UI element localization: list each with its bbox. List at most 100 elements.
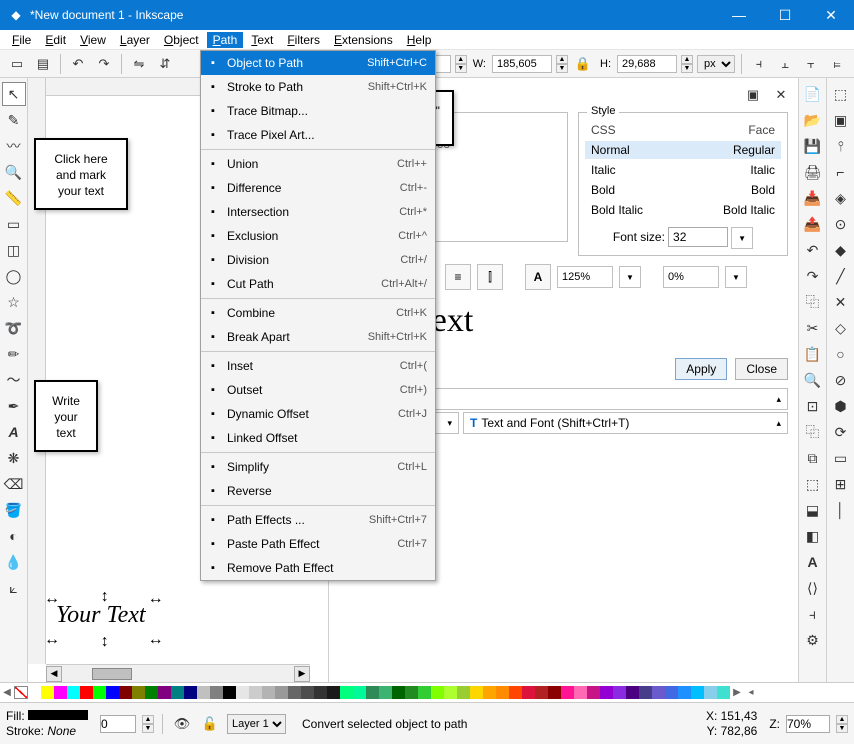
snap-intersect-icon[interactable]: ✕ bbox=[829, 290, 853, 314]
color-swatch[interactable] bbox=[574, 686, 587, 699]
color-swatch[interactable] bbox=[405, 686, 418, 699]
spray-tool[interactable]: ❋ bbox=[2, 446, 26, 470]
color-swatch[interactable] bbox=[93, 686, 106, 699]
line-spacing-dropdown[interactable]: ▼ bbox=[619, 266, 641, 288]
zoom-fit-icon[interactable]: 🔍 bbox=[801, 368, 825, 392]
layer-select[interactable]: Layer 1 bbox=[227, 714, 286, 734]
new-icon[interactable]: ▭ bbox=[6, 53, 28, 75]
snap-cusp-icon[interactable]: ◇ bbox=[829, 316, 853, 340]
layout-vertical-icon[interactable]: ⫿ bbox=[477, 264, 503, 290]
apply-button[interactable]: Apply bbox=[675, 358, 727, 380]
color-swatch[interactable] bbox=[184, 686, 197, 699]
scroll-right-icon[interactable]: ▶ bbox=[294, 666, 310, 682]
lock-icon[interactable]: 🔒 bbox=[572, 53, 594, 75]
text-tool[interactable]: A bbox=[2, 420, 26, 444]
flip-h-icon[interactable]: ⇋ bbox=[128, 53, 150, 75]
selector-tool[interactable]: ↖ bbox=[2, 82, 26, 106]
menu-file[interactable]: File bbox=[6, 32, 37, 48]
color-swatch[interactable] bbox=[158, 686, 171, 699]
snap-rotation-icon[interactable]: ⟳ bbox=[829, 420, 853, 444]
scrollbar-horizontal[interactable]: ◀ ▶ bbox=[46, 664, 310, 682]
align-left-icon[interactable]: ⫞ bbox=[748, 53, 770, 75]
color-swatch[interactable] bbox=[119, 686, 132, 699]
color-swatch[interactable] bbox=[275, 686, 288, 699]
menu-item-break-apart[interactable]: ▪Break ApartShift+Ctrl+K bbox=[201, 325, 435, 349]
color-swatch[interactable] bbox=[665, 686, 678, 699]
snap-node-icon[interactable]: ◆ bbox=[829, 238, 853, 262]
scale-handle-se[interactable]: ↔ bbox=[148, 631, 158, 641]
unit-select[interactable]: px bbox=[697, 55, 735, 73]
new-doc-icon[interactable]: 📄 bbox=[801, 82, 825, 106]
color-swatch[interactable] bbox=[431, 686, 444, 699]
scale-handle-ne[interactable]: ↔ bbox=[148, 590, 158, 600]
style-row[interactable]: NormalRegular bbox=[585, 141, 781, 159]
close-button[interactable]: ✕ bbox=[808, 0, 854, 30]
flip-v-icon[interactable]: ⇵ bbox=[154, 53, 176, 75]
snap-smooth-icon[interactable]: ○ bbox=[829, 342, 853, 366]
h-spinner[interactable]: ▲▼ bbox=[681, 55, 693, 73]
snap-object-icon[interactable]: ⬢ bbox=[829, 394, 853, 418]
color-swatch[interactable] bbox=[418, 686, 431, 699]
close-panel-button[interactable]: Close bbox=[735, 358, 788, 380]
scale-handle-nw[interactable]: ↔ bbox=[44, 590, 54, 600]
menu-item-exclusion[interactable]: ▪ExclusionCtrl+^ bbox=[201, 224, 435, 248]
color-swatch[interactable] bbox=[444, 686, 457, 699]
tweak-tool[interactable]: 〰 bbox=[2, 134, 26, 158]
style-row[interactable]: BoldBold bbox=[585, 181, 781, 199]
menu-item-division[interactable]: ▪DivisionCtrl+/ bbox=[201, 248, 435, 272]
color-swatch[interactable] bbox=[145, 686, 158, 699]
color-swatch[interactable] bbox=[379, 686, 392, 699]
text-dialog-icon[interactable]: A bbox=[801, 550, 825, 574]
menu-item-paste-path-effect[interactable]: ▪Paste Path EffectCtrl+7 bbox=[201, 532, 435, 556]
prefs-icon[interactable]: ⚙ bbox=[801, 628, 825, 652]
w-input[interactable] bbox=[492, 55, 552, 73]
bezier-tool[interactable]: 〜 bbox=[2, 368, 26, 392]
open-icon[interactable]: ▤ bbox=[32, 53, 54, 75]
color-swatch[interactable] bbox=[470, 686, 483, 699]
scale-handle-sw[interactable]: ↔ bbox=[44, 631, 54, 641]
menu-item-cut-path[interactable]: ▪Cut PathCtrl+Alt+/ bbox=[201, 272, 435, 296]
print-icon[interactable]: 🖨 bbox=[801, 160, 825, 184]
panel-close-icon[interactable]: ✕ bbox=[770, 84, 792, 106]
color-swatch[interactable] bbox=[652, 686, 665, 699]
color-swatch[interactable] bbox=[223, 686, 236, 699]
copy-icon[interactable]: ⿻ bbox=[801, 290, 825, 314]
canvas-text[interactable]: Your Text bbox=[56, 602, 146, 628]
color-swatch[interactable] bbox=[210, 686, 223, 699]
menu-item-dynamic-offset[interactable]: ▪Dynamic OffsetCtrl+J bbox=[201, 402, 435, 426]
rect-tool[interactable]: ▭ bbox=[2, 212, 26, 236]
color-swatch[interactable] bbox=[704, 686, 717, 699]
export-icon[interactable]: 📤 bbox=[801, 212, 825, 236]
zoom-tool[interactable]: 🔍 bbox=[2, 160, 26, 184]
duplicate-icon[interactable]: ⿻ bbox=[801, 420, 825, 444]
w-spinner[interactable]: ▲▼ bbox=[556, 55, 568, 73]
opacity-input[interactable] bbox=[100, 715, 136, 733]
color-swatch[interactable] bbox=[67, 686, 80, 699]
scroll-thumb[interactable] bbox=[92, 668, 132, 680]
kerning-dropdown[interactable]: ▼ bbox=[725, 266, 747, 288]
collapsed-panel-text-font[interactable]: TText and Font (Shift+Ctrl+T)▴ bbox=[463, 412, 788, 434]
color-swatch[interactable] bbox=[522, 686, 535, 699]
gradient-tool[interactable]: ◐ bbox=[2, 524, 26, 548]
layout-horizontal-icon[interactable]: ≡ bbox=[445, 264, 471, 290]
menu-item-trace-bitmap-[interactable]: ▪Trace Bitmap... bbox=[201, 99, 435, 123]
menu-item-path-effects-[interactable]: ▪Path Effects ...Shift+Ctrl+7 bbox=[201, 508, 435, 532]
scale-handle-n[interactable]: ↕ bbox=[101, 588, 111, 598]
color-swatch[interactable] bbox=[249, 686, 262, 699]
align-right-icon[interactable]: ⫟ bbox=[800, 53, 822, 75]
fontsize-dropdown[interactable]: ▼ bbox=[731, 227, 753, 249]
kerning-input[interactable] bbox=[663, 266, 719, 288]
menu-extensions[interactable]: Extensions bbox=[328, 32, 399, 48]
scale-handle-s[interactable]: ↕ bbox=[101, 633, 111, 643]
stroke-value[interactable]: None bbox=[47, 724, 76, 738]
eraser-tool[interactable]: ⌫ bbox=[2, 472, 26, 496]
pencil-tool[interactable]: ✏ bbox=[2, 342, 26, 366]
color-swatch[interactable] bbox=[717, 686, 730, 699]
zoom-spinner[interactable]: ▲▼ bbox=[836, 715, 848, 733]
maximize-button[interactable]: ☐ bbox=[762, 0, 808, 30]
color-swatch[interactable] bbox=[327, 686, 340, 699]
menu-edit[interactable]: Edit bbox=[39, 32, 72, 48]
line-spacing-icon[interactable]: A bbox=[525, 264, 551, 290]
undo-icon[interactable]: ↶ bbox=[67, 53, 89, 75]
layer-vis-icon[interactable]: 👁 bbox=[171, 713, 193, 735]
